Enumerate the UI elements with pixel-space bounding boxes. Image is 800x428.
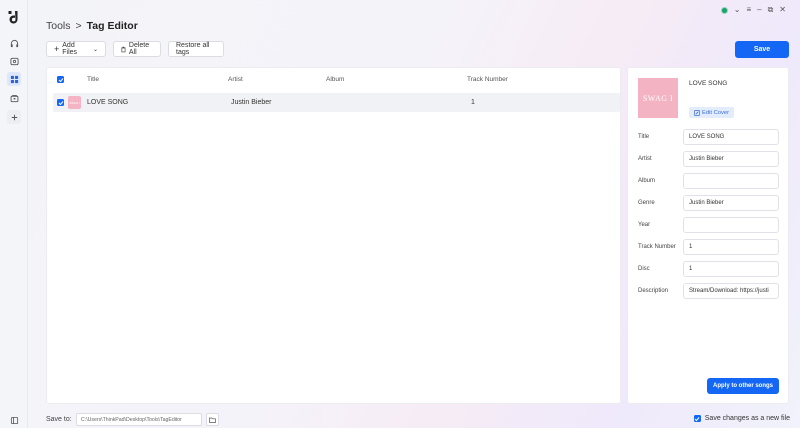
album-cover: SWAG I (638, 78, 678, 118)
row-title: LOVE SONG (87, 99, 129, 106)
menu-icon[interactable]: ≡ (746, 5, 751, 15)
disc-field[interactable]: 1 (683, 261, 779, 277)
artist-field[interactable]: Justin Bieber (683, 151, 779, 167)
maximize-icon[interactable]: ⧉ (768, 5, 774, 15)
box-icon (10, 94, 18, 102)
column-album[interactable]: Album (326, 76, 344, 83)
page-title: Tag Editor (86, 20, 138, 32)
description-field[interactable]: Stream/Download: https://justi (683, 283, 779, 299)
minimize-icon[interactable]: – (757, 5, 761, 15)
add-files-button[interactable]: + Add Files ⌄ (46, 41, 106, 57)
trash-icon (121, 46, 126, 52)
song-table: Title Artist Album Track Number SWAG I L… (46, 67, 621, 404)
sidebar-toggle-icon (10, 416, 18, 424)
breadcrumb: Tools > Tag Editor (46, 20, 138, 32)
status-icon[interactable] (720, 6, 728, 14)
app-logo (8, 11, 18, 24)
restore-all-tags-button[interactable]: Restore all tags (168, 41, 224, 57)
check-icon (58, 100, 63, 105)
output-path-field[interactable]: C:\Users\ThinkPad\Desktop\Tools\TagEdito… (76, 413, 202, 426)
save-to-label: Save to: (46, 416, 72, 423)
plus-icon (11, 114, 17, 120)
rail-item-tools[interactable] (7, 72, 21, 86)
table-row[interactable]: SWAG I LOVE SONG Justin Bieber 1 (53, 93, 620, 112)
plus-icon: + (54, 44, 60, 54)
breadcrumb-parent[interactable]: Tools (46, 20, 71, 32)
rail-item-library[interactable] (7, 91, 21, 105)
window-controls: ⌄ ≡ – ⧉ ✕ (720, 5, 786, 15)
row-track-number: 1 (471, 99, 475, 106)
left-rail (0, 0, 28, 428)
album-field[interactable] (683, 173, 779, 189)
column-track-number[interactable]: Track Number (467, 76, 508, 83)
label-title: Title (638, 134, 650, 140)
label-genre: Genre (638, 200, 655, 206)
check-icon (694, 416, 700, 421)
column-title[interactable]: Title (87, 76, 99, 83)
label-disc: Disc (638, 266, 650, 272)
label-description: Description (638, 288, 669, 294)
tag-editor-panel: SWAG I LOVE SONG Edit Cover Title LOVE S… (627, 67, 789, 404)
folder-icon (209, 417, 216, 423)
table-header: Title Artist Album Track Number (47, 68, 620, 90)
grid-icon (10, 75, 18, 83)
song-thumbnail: SWAG I (68, 96, 81, 109)
headphones-icon (10, 39, 18, 47)
select-all-checkbox[interactable] (57, 76, 64, 83)
row-artist: Justin Bieber (231, 99, 272, 106)
track-number-field[interactable]: 1 (683, 239, 779, 255)
row-checkbox[interactable] (57, 99, 64, 106)
edit-cover-button[interactable]: Edit Cover (689, 107, 735, 118)
column-artist[interactable]: Artist (228, 76, 243, 83)
rail-item-add[interactable] (7, 110, 21, 124)
check-icon (58, 77, 63, 82)
save-as-new-file-label: Save changes as a new file (704, 415, 790, 422)
browse-folder-button[interactable] (206, 413, 219, 426)
delete-all-button[interactable]: Delete All (113, 41, 161, 57)
title-field[interactable]: LOVE SONG (683, 129, 779, 145)
close-icon[interactable]: ✕ (779, 5, 786, 15)
year-field[interactable] (683, 217, 779, 233)
save-as-new-file-checkbox[interactable] (693, 415, 701, 422)
rail-item-music[interactable] (7, 36, 21, 50)
breadcrumb-separator: > (75, 20, 82, 32)
label-artist: Artist (638, 156, 652, 162)
label-album: Album (638, 178, 656, 184)
rail-item-collapse[interactable] (7, 413, 21, 427)
label-track-number: Track Number (638, 244, 676, 250)
chevron-down-icon[interactable]: ⌄ (734, 5, 741, 15)
disc-icon (9, 57, 19, 65)
apply-to-other-songs-button[interactable]: Apply to other songs (707, 378, 779, 394)
save-as-new-file-option[interactable]: Save changes as a new file (693, 415, 790, 422)
save-button[interactable]: Save (735, 41, 789, 58)
song-title: LOVE SONG (689, 80, 728, 87)
genre-field[interactable]: Justin Bieber (683, 195, 779, 211)
edit-icon (694, 109, 700, 116)
rail-item-convert[interactable] (7, 54, 21, 68)
label-year: Year (638, 222, 651, 228)
chevron-down-icon: ⌄ (92, 46, 98, 53)
